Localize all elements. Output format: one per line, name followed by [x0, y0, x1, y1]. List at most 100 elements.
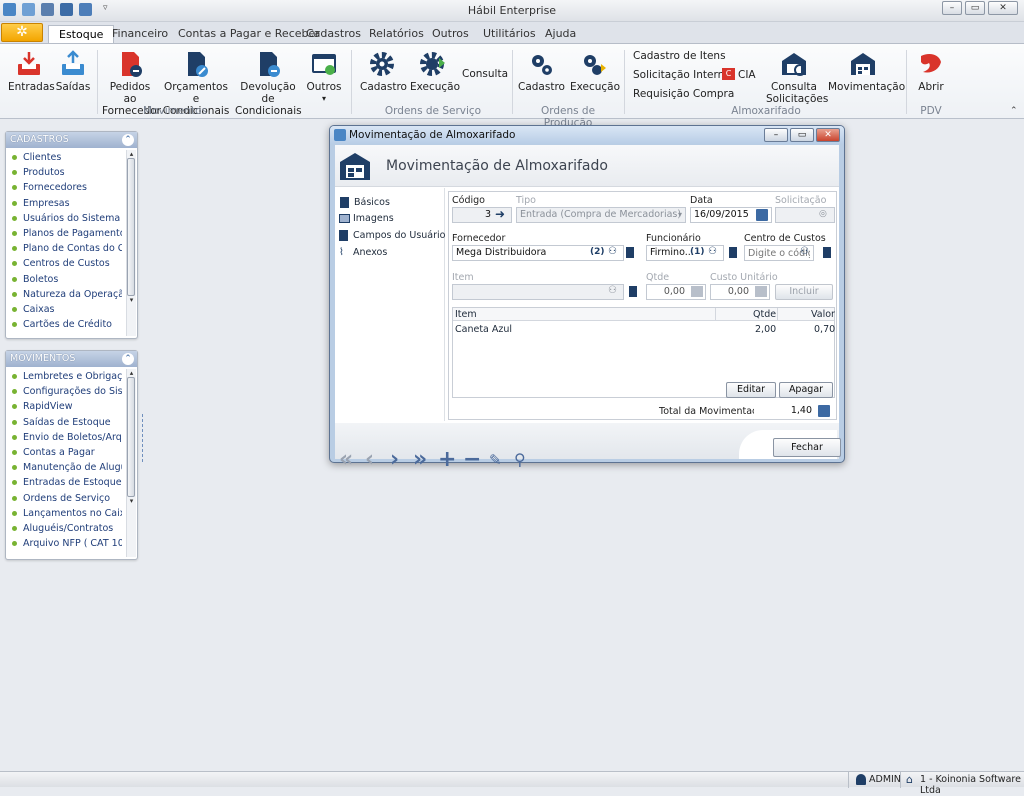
list-item[interactable]: Centros de Custos — [6, 256, 122, 271]
list-item[interactable]: Cartões de Crédito — [6, 317, 122, 332]
pedidos-label-1: Pedidos ao — [109, 81, 151, 105]
list-item[interactable]: Aluguéis/Contratos — [6, 521, 122, 536]
restore-button[interactable]: ▭ — [965, 1, 985, 15]
list-item[interactable]: Clientes — [6, 150, 122, 165]
sidebar-item-anexos[interactable]: ⌇ Anexos — [339, 247, 387, 258]
scrollbar-thumb[interactable] — [127, 377, 135, 497]
collapse-up-icon[interactable]: ⌃ — [122, 353, 134, 365]
os-consulta-button[interactable]: Consulta — [462, 68, 508, 80]
list-item[interactable]: Caixas — [6, 302, 122, 317]
list-item[interactable]: Ordens de Serviço — [6, 491, 122, 506]
edit-icon[interactable]: ✎ — [489, 449, 502, 471]
list-item[interactable]: Entradas de Estoque — [6, 475, 122, 490]
search-icon[interactable]: ⚲ — [514, 449, 526, 471]
fechar-button[interactable]: Fechar — [773, 438, 841, 457]
dialog-title: Movimentação de Almoxarifado — [349, 129, 516, 141]
op-execucao-button[interactable]: Execução — [570, 50, 620, 93]
funcionario-count: (1) — [690, 247, 705, 257]
list-item[interactable]: Usuários do Sistema — [6, 211, 122, 226]
arrow-right-icon[interactable]: ➜ — [495, 208, 505, 221]
document-icon[interactable] — [629, 286, 637, 297]
binoculars-icon[interactable]: ⚇ — [800, 246, 809, 257]
solicitacao-interna-button[interactable]: Solicitação Interna — [633, 69, 731, 81]
movimentos-scrollbar[interactable]: ▴ ▾ — [126, 369, 136, 557]
pdv-abrir-button[interactable]: Abrir — [912, 50, 950, 93]
next-record-icon[interactable]: › — [390, 449, 399, 471]
cia-button[interactable]: CIA — [738, 69, 756, 81]
apagar-button[interactable]: Apagar — [779, 382, 833, 398]
binoculars-icon[interactable]: ⚇ — [708, 246, 717, 257]
scrollbar-thumb[interactable] — [127, 158, 135, 296]
editar-button[interactable]: Editar — [726, 382, 776, 398]
list-item[interactable]: Saídas de Estoque — [6, 415, 122, 430]
dialog-minimize-button[interactable]: – — [764, 128, 788, 142]
saidas-button[interactable]: Saídas — [54, 50, 92, 93]
outros-dropdown-button[interactable]: Outros ▾ — [305, 50, 343, 105]
tipo-select[interactable]: Entrada (Compra de Mercadorias) ▾ — [516, 207, 686, 223]
document-icon[interactable] — [823, 247, 831, 258]
table-header-valor[interactable]: Valor — [811, 309, 835, 320]
last-record-icon[interactable]: » — [413, 449, 427, 471]
list-item[interactable]: Arquivo NFP ( CAT 102... — [6, 536, 122, 551]
tipo-value: Entrada (Compra de Mercadorias) — [520, 209, 682, 220]
sidebar-item-basicos[interactable]: Básicos — [339, 196, 443, 211]
sidebar-item-campos-usuario[interactable]: Campos do Usuário — [339, 230, 446, 241]
application-menu-button[interactable]: ✲ — [1, 23, 43, 42]
consulta-solicitacoes-button[interactable]: Consulta Solicitações — [766, 50, 828, 105]
list-item[interactable]: Plano de Contas do Ca... — [6, 241, 122, 256]
minimize-button[interactable]: – — [942, 1, 962, 15]
ribbon-collapse-icon[interactable]: ⌃ — [1010, 106, 1018, 116]
collapse-up-icon[interactable]: ⌃ — [122, 134, 134, 146]
list-item[interactable]: RapidView — [6, 399, 122, 414]
close-button[interactable]: ✕ — [988, 1, 1018, 15]
list-item[interactable]: Lembretes e Obrigaçõ... — [6, 369, 122, 384]
list-item[interactable]: Natureza da Operação — [6, 287, 122, 302]
tab-ajuda[interactable]: Ajuda — [535, 25, 586, 43]
sidebar-item-label: Imagens — [353, 213, 394, 224]
list-item[interactable]: Boletos — [6, 272, 122, 287]
binoculars-icon[interactable]: ⚇ — [608, 246, 617, 257]
tab-financeiro[interactable]: Financeiro — [102, 25, 178, 43]
tab-outros[interactable]: Outros — [422, 25, 479, 43]
cadastros-scrollbar[interactable]: ▴ ▾ — [126, 150, 136, 336]
previous-record-icon[interactable]: ‹ — [365, 449, 374, 471]
add-icon[interactable]: + — [438, 449, 456, 471]
sidebar-item-label: Campos do Usuário — [353, 230, 446, 241]
dialog-close-button[interactable]: ✕ — [816, 128, 840, 142]
list-item[interactable]: Contas a Pagar — [6, 445, 122, 460]
incluir-button[interactable]: Incluir — [775, 284, 833, 300]
list-item[interactable]: Fornecedores — [6, 180, 122, 195]
list-item[interactable]: Planos de Pagamentos — [6, 226, 122, 241]
dialog-title-bar[interactable]: Movimentação de Almoxarifado – ▭ ✕ — [330, 126, 844, 144]
first-record-icon[interactable]: « — [339, 449, 353, 471]
sidebar-item-imagens[interactable]: Imagens — [339, 213, 394, 224]
document-icon[interactable] — [729, 247, 737, 258]
cadastro-itens-button[interactable]: Cadastro de Itens — [633, 50, 726, 62]
column-divider — [777, 308, 778, 321]
os-execucao-button[interactable]: Execução — [410, 50, 460, 93]
calendar-icon[interactable] — [756, 209, 768, 221]
splitter-handle[interactable] — [142, 414, 146, 462]
list-item[interactable]: Produtos — [6, 165, 122, 180]
calculator-icon[interactable] — [755, 286, 767, 297]
entradas-button[interactable]: Entradas — [8, 50, 55, 93]
requisicao-compra-button[interactable]: Requisição Compra — [633, 88, 734, 100]
table-header-item[interactable]: Item — [455, 309, 477, 320]
table-row[interactable]: Caneta Azul 2,00 0,70 — [453, 322, 835, 336]
list-item[interactable]: Empresas — [6, 196, 122, 211]
column-divider — [715, 308, 716, 321]
dialog-restore-button[interactable]: ▭ — [790, 128, 814, 142]
remove-icon[interactable]: − — [463, 449, 481, 471]
movimentacao-button[interactable]: Movimentação — [828, 50, 905, 93]
list-item[interactable]: Envio de Boletos/Arqui... — [6, 430, 122, 445]
fornecedor-label: Fornecedor — [452, 233, 506, 244]
list-item[interactable]: Manutenção de Alugué... — [6, 460, 122, 475]
table-header-qtde[interactable]: Qtde — [753, 309, 776, 320]
op-cadastro-button[interactable]: Cadastro — [518, 50, 565, 93]
list-item[interactable]: Configurações do Siste... — [6, 384, 122, 399]
calculator-icon[interactable] — [691, 286, 703, 297]
os-cadastro-button[interactable]: Cadastro — [360, 50, 407, 93]
calculator-icon[interactable] — [818, 405, 830, 417]
list-item[interactable]: Lançamentos no Caixa — [6, 506, 122, 521]
document-icon[interactable] — [626, 247, 634, 258]
